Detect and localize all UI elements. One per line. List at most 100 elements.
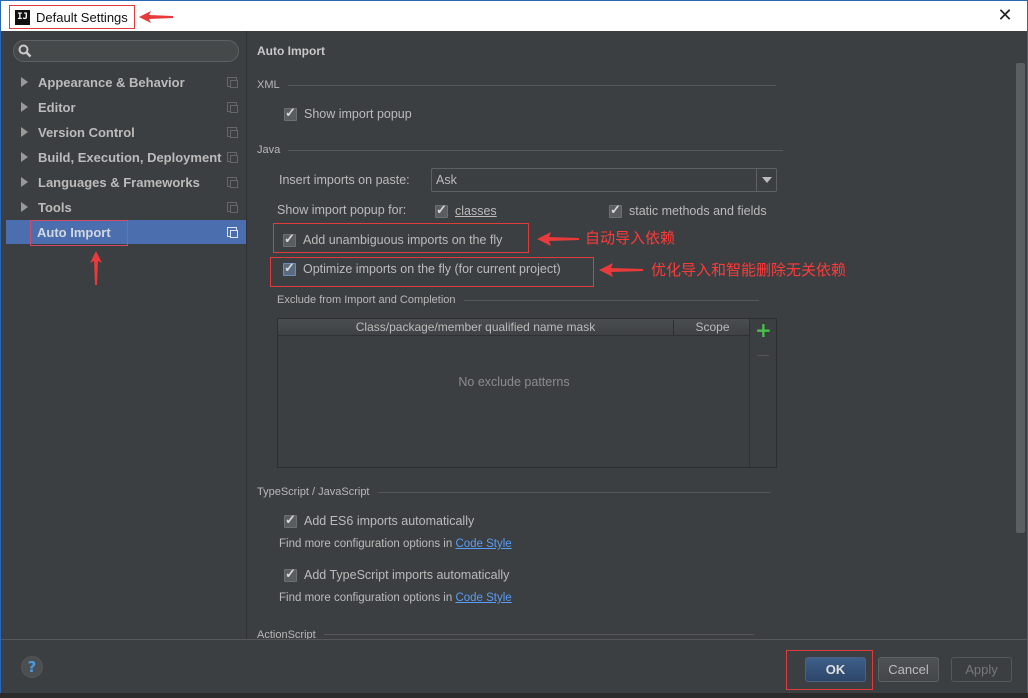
group-xml: XML: [257, 79, 776, 91]
sidebar-item-label: Tools: [38, 199, 72, 215]
page-title: Auto Import: [257, 44, 325, 58]
add-es6-imports-checkbox[interactable]: Add ES6 imports automatically: [284, 512, 475, 528]
annotation-arrow-icon: [139, 11, 173, 23]
expand-arrow-icon[interactable]: [21, 152, 28, 162]
insert-imports-dropdown[interactable]: Ask: [431, 168, 777, 192]
add-icon[interactable]: +: [755, 320, 772, 340]
sidebar-item-label: Build, Execution, Deployment: [38, 149, 222, 165]
classes-checkbox[interactable]: classes: [435, 202, 497, 218]
checkbox-checked-icon[interactable]: [284, 512, 297, 528]
sidebar-item-version-control[interactable]: Version Control: [7, 120, 246, 144]
background-taskbar: [0, 693, 1028, 698]
typescript-config-hint: Find more configuration options in Code …: [279, 592, 512, 604]
sidebar-item-languages-frameworks[interactable]: Languages & Frameworks: [7, 170, 246, 194]
vertical-scrollbar[interactable]: [1016, 63, 1025, 533]
settings-dialog: IJ Default Settings ✕ Appearance & Behav…: [0, 0, 1028, 698]
column-header-scope[interactable]: Scope: [675, 320, 750, 334]
group-label: ActionScript: [257, 629, 316, 639]
window-title: Default Settings: [36, 9, 128, 25]
add-typescript-imports-checkbox[interactable]: Add TypeScript imports automatically: [284, 566, 510, 582]
project-copy-icon: [227, 177, 238, 188]
optimize-imports-checkbox[interactable]: Optimize imports on the fly (for current…: [283, 260, 561, 276]
expand-arrow-icon[interactable]: [21, 127, 28, 137]
divider: [288, 149, 784, 151]
sidebar-item-label: Editor: [38, 99, 76, 115]
group-label: XML: [257, 79, 280, 91]
checkbox-checked-icon[interactable]: [609, 202, 622, 218]
group-typescript: TypeScript / JavaScript: [257, 486, 770, 498]
search-icon: [18, 44, 32, 58]
group-label: Exclude from Import and Completion: [277, 294, 456, 306]
checkbox-label: Optimize imports on the fly (for current…: [303, 262, 561, 276]
sidebar-item-editor[interactable]: Editor: [7, 95, 246, 119]
expand-arrow-icon[interactable]: [21, 202, 28, 212]
close-button[interactable]: ✕: [995, 5, 1015, 27]
empty-table-text: No exclude patterns: [458, 375, 570, 389]
hint-text: Find more configuration options in: [279, 592, 453, 604]
sidebar-item-label: Languages & Frameworks: [38, 174, 200, 190]
exclude-patterns-table: Class/package/member qualified name mask…: [277, 318, 777, 468]
annotation-arrow-icon: [90, 251, 102, 285]
ok-button[interactable]: OK: [805, 657, 866, 682]
show-popup-for-label: Show import popup for:: [277, 203, 407, 217]
cancel-button[interactable]: Cancel: [878, 657, 939, 682]
hint-text: Find more configuration options in: [279, 538, 453, 550]
label-text: Insert imports on paste:: [279, 173, 410, 187]
project-copy-icon: [227, 202, 238, 213]
project-copy-icon: [227, 227, 238, 238]
apply-button[interactable]: Apply: [951, 657, 1012, 682]
group-actionscript: ActionScript: [257, 629, 754, 639]
group-java: Java: [257, 144, 784, 156]
code-style-link[interactable]: Code Style: [455, 538, 511, 550]
title-highlight-box: IJ Default Settings: [9, 5, 135, 29]
add-unambiguous-imports-checkbox[interactable]: Add unambiguous imports on the fly: [283, 231, 502, 247]
divider: [463, 299, 759, 301]
annotation-note-auto-import: 自动导入依赖: [585, 229, 676, 247]
divider: [323, 634, 754, 635]
checkbox-label: classes: [455, 204, 497, 218]
expand-arrow-icon[interactable]: [21, 102, 28, 112]
settings-sidebar: Appearance & Behavior Editor Version Con…: [1, 31, 247, 639]
remove-icon[interactable]: [757, 355, 769, 356]
divider: [287, 84, 776, 86]
dialog-footer: ? OK Cancel Apply: [1, 639, 1027, 697]
show-import-popup-checkbox[interactable]: Show import popup: [284, 105, 412, 121]
insert-imports-label: Insert imports on paste:: [279, 173, 410, 187]
group-exclude: Exclude from Import and Completion: [277, 294, 759, 306]
auto-import-highlight-box: [30, 220, 128, 246]
sidebar-item-appearance-behavior[interactable]: Appearance & Behavior: [7, 70, 246, 94]
checkbox-label: Add ES6 imports automatically: [304, 514, 475, 528]
checkbox-checked-icon[interactable]: [284, 105, 297, 121]
project-copy-icon: [227, 152, 238, 163]
intellij-logo-icon: IJ: [15, 9, 30, 25]
expand-arrow-icon[interactable]: [21, 77, 28, 87]
code-style-link[interactable]: Code Style: [455, 592, 511, 604]
expand-arrow-icon[interactable]: [21, 177, 28, 187]
column-header-name-mask[interactable]: Class/package/member qualified name mask: [278, 320, 674, 335]
title-bar: IJ Default Settings ✕: [1, 1, 1027, 31]
annotation-arrow-icon: [537, 232, 579, 246]
annotation-arrow-icon: [599, 263, 643, 277]
help-button[interactable]: ?: [21, 656, 43, 678]
checkbox-checked-icon[interactable]: [435, 202, 448, 218]
table-toolbar: +: [749, 319, 776, 467]
annotation-note-optimize-imports: 优化导入和智能删除无关依赖: [651, 261, 847, 279]
checkbox-checked-icon[interactable]: [283, 260, 296, 276]
sidebar-item-label: Appearance & Behavior: [38, 74, 185, 90]
sidebar-item-tools[interactable]: Tools: [7, 195, 246, 219]
chevron-down-icon[interactable]: [756, 169, 776, 191]
checkbox-label: Add TypeScript imports automatically: [304, 568, 510, 582]
group-label: Java: [257, 144, 281, 156]
dropdown-value: Ask: [436, 173, 457, 187]
checkbox-checked-icon[interactable]: [284, 566, 297, 582]
static-methods-checkbox[interactable]: static methods and fields: [609, 202, 767, 218]
sidebar-item-build-execution-deployment[interactable]: Build, Execution, Deployment: [7, 145, 246, 169]
sidebar-item-label: Version Control: [38, 124, 135, 140]
checkbox-checked-icon[interactable]: [283, 231, 296, 247]
es6-config-hint: Find more configuration options in Code …: [279, 538, 512, 550]
table-header: Class/package/member qualified name mask…: [278, 319, 750, 336]
settings-search-input[interactable]: [13, 40, 239, 62]
project-copy-icon: [227, 127, 238, 138]
group-label: TypeScript / JavaScript: [257, 486, 370, 498]
project-copy-icon: [227, 77, 238, 88]
